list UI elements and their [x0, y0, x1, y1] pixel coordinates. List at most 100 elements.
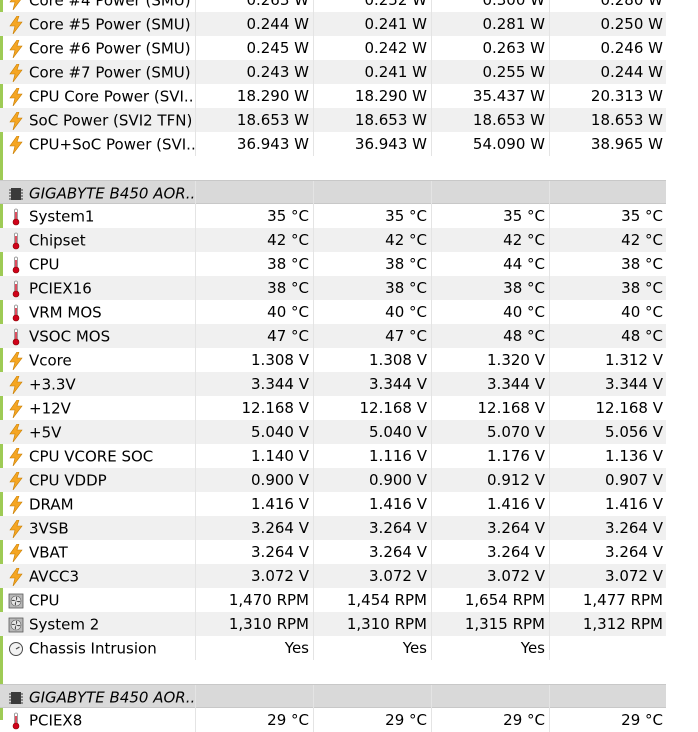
sensor-row[interactable]: AVCC3 3.072 V 3.072 V 3.072 V 3.072 V — [0, 564, 666, 588]
maximum-value-cell: 0.912 V — [431, 468, 549, 492]
minimum-value-cell: 1.308 V — [313, 348, 431, 372]
lightning-icon — [8, 543, 24, 562]
chip-icon — [8, 689, 24, 707]
thermometer-icon — [8, 304, 24, 322]
sensor-row[interactable]: VSOC MOS 47 °C 47 °C 48 °C 48 °C — [0, 324, 666, 348]
sensor-name-cell: System1 — [0, 204, 195, 228]
group-header-row[interactable]: GIGABYTE B450 AOR... — [0, 180, 666, 205]
group-label: GIGABYTE B450 AOR... — [29, 688, 195, 707]
current-value-cell: 18.290 W — [195, 84, 313, 108]
lightning-icon — [8, 87, 24, 106]
fan-icon — [8, 616, 24, 634]
sensor-row[interactable]: Chassis Intrusion Yes Yes Yes — [0, 636, 666, 660]
sensor-row[interactable]: PCIEX16 38 °C 38 °C 38 °C 38 °C — [0, 276, 666, 300]
average-value-cell — [549, 181, 666, 205]
sensor-name-cell: VSOC MOS — [0, 324, 195, 348]
lightning-icon — [8, 495, 24, 514]
minimum-value-cell: 36.943 W — [313, 132, 431, 156]
current-value-cell: 47 °C — [195, 324, 313, 348]
sensor-row[interactable]: Core #4 Power (SMU) 0.263 W 0.252 W 0.300 W… — [0, 0, 666, 12]
average-value-cell: 18.653 W — [549, 108, 666, 132]
average-value-cell: 48 °C — [549, 324, 666, 348]
current-value-cell: 3.072 V — [195, 564, 313, 588]
sensor-label: VRM MOS — [29, 303, 102, 322]
sensor-row[interactable]: VBAT 3.264 V 3.264 V 3.264 V 3.264 V — [0, 540, 666, 564]
sensor-row[interactable]: +3.3V 3.344 V 3.344 V 3.344 V 3.344 V — [0, 372, 666, 396]
current-value-cell: 1.416 V — [195, 492, 313, 516]
sensor-label: Core #6 Power (SMU) — [29, 39, 191, 58]
current-value-cell — [195, 181, 313, 205]
sensor-label: SoC Power (SVI2 TFN) — [29, 111, 193, 130]
scrollbar-gutter[interactable] — [666, 0, 698, 720]
lightning-icon — [8, 519, 24, 538]
group-header-row[interactable]: GIGABYTE B450 AOR... — [0, 684, 666, 709]
sensor-row[interactable]: System 2 1,310 RPM 1,310 RPM 1,315 RPM 1,312… — [0, 612, 666, 636]
maximum-value-cell: Yes — [431, 636, 549, 660]
lightning-icon — [8, 351, 24, 370]
sensor-row[interactable]: CPU VCORE SOC 1.140 V 1.116 V 1.176 V 1.136 … — [0, 444, 666, 468]
minimum-value-cell: 42 °C — [313, 228, 431, 252]
sensor-row[interactable]: CPU 1,470 RPM 1,454 RPM 1,654 RPM 1,477 RPM — [0, 588, 666, 612]
current-value-cell: 35 °C — [195, 204, 313, 228]
sensor-name-cell: PCIEX16 — [0, 276, 195, 300]
sensor-row[interactable]: CPU+SoC Power (SVI... 36.943 W 36.943 W 54.… — [0, 132, 666, 156]
maximum-value-cell — [431, 181, 549, 205]
minimum-value-cell: 1,310 RPM — [313, 612, 431, 636]
sensor-name-cell: +12V — [0, 396, 195, 420]
sensor-row[interactable]: Vcore 1.308 V 1.308 V 1.320 V 1.312 V — [0, 348, 666, 372]
sensor-label: +12V — [29, 399, 71, 418]
maximum-value-cell: 12.168 V — [431, 396, 549, 420]
sensor-row[interactable]: SoC Power (SVI2 TFN) 18.653 W 18.653 W 18.6… — [0, 108, 666, 132]
sensor-row[interactable]: DRAM 1.416 V 1.416 V 1.416 V 1.416 V — [0, 492, 666, 516]
sensor-row[interactable]: CPU VDDP 0.900 V 0.900 V 0.912 V 0.907 V — [0, 468, 666, 492]
sensor-name-cell: CPU Core Power (SVI... — [0, 84, 195, 108]
sensor-name-cell: Vcore — [0, 348, 195, 372]
maximum-value-cell: 0.263 W — [431, 36, 549, 60]
sensor-row[interactable]: Core #5 Power (SMU) 0.244 W 0.241 W 0.281 W… — [0, 12, 666, 36]
sensor-label: Vcore — [29, 351, 72, 370]
current-value-cell: 42 °C — [195, 228, 313, 252]
sensor-row[interactable]: Core #7 Power (SMU) 0.243 W 0.241 W 0.255 W… — [0, 60, 666, 84]
minimum-value-cell: 0.241 W — [313, 12, 431, 36]
maximum-value-cell: 1,654 RPM — [431, 588, 549, 612]
sensor-row[interactable]: Chipset 42 °C 42 °C 42 °C 42 °C — [0, 228, 666, 252]
maximum-value-cell: 1.176 V — [431, 444, 549, 468]
thermometer-icon — [8, 280, 24, 298]
lightning-icon — [8, 447, 24, 466]
current-value-cell: 1,310 RPM — [195, 612, 313, 636]
current-value-cell: 36.943 W — [195, 132, 313, 156]
sensor-row[interactable]: CPU Core Power (SVI... 18.290 W 18.290 W 35… — [0, 84, 666, 108]
sensor-name-cell: CPU VDDP — [0, 468, 195, 492]
current-value-cell: 3.264 V — [195, 516, 313, 540]
maximum-value-cell: 35.437 W — [431, 84, 549, 108]
sensor-name-cell: Chassis Intrusion — [0, 636, 195, 660]
sensor-label: PCIEX16 — [29, 279, 92, 298]
lightning-icon — [8, 39, 24, 58]
sensor-row[interactable]: CPU 38 °C 38 °C 44 °C 38 °C — [0, 252, 666, 276]
sensor-row[interactable]: +12V 12.168 V 12.168 V 12.168 V 12.168 V — [0, 396, 666, 420]
sensor-label: System1 — [29, 207, 95, 226]
lightning-icon — [8, 135, 24, 154]
minimum-value-cell: 1.116 V — [313, 444, 431, 468]
sensor-row[interactable]: +5V 5.040 V 5.040 V 5.070 V 5.056 V — [0, 420, 666, 444]
maximum-value-cell: 3.264 V — [431, 540, 549, 564]
average-value-cell: 0.250 W — [549, 12, 666, 36]
minimum-value-cell: 35 °C — [313, 204, 431, 228]
sensor-row[interactable]: PCIEX8 29 °C 29 °C 29 °C 29 °C — [0, 708, 666, 732]
minimum-value-cell: 18.290 W — [313, 84, 431, 108]
minimum-value-cell — [313, 181, 431, 205]
maximum-value-cell: 5.070 V — [431, 420, 549, 444]
current-value-cell: 29 °C — [195, 708, 313, 732]
minimum-value-cell: 3.264 V — [313, 540, 431, 564]
average-value-cell: 3.072 V — [549, 564, 666, 588]
lightning-icon — [8, 423, 24, 442]
sensor-label: Chassis Intrusion — [29, 639, 157, 658]
sensor-row[interactable]: Core #6 Power (SMU) 0.245 W 0.242 W 0.263 W… — [0, 36, 666, 60]
lightning-icon — [8, 567, 24, 586]
maximum-value-cell: 42 °C — [431, 228, 549, 252]
sensor-row[interactable]: System1 35 °C 35 °C 35 °C 35 °C — [0, 204, 666, 228]
current-value-cell: 3.344 V — [195, 372, 313, 396]
sensor-row[interactable]: VRM MOS 40 °C 40 °C 40 °C 40 °C — [0, 300, 666, 324]
sensor-row[interactable]: 3VSB 3.264 V 3.264 V 3.264 V 3.264 V — [0, 516, 666, 540]
maximum-value-cell: 0.281 W — [431, 12, 549, 36]
